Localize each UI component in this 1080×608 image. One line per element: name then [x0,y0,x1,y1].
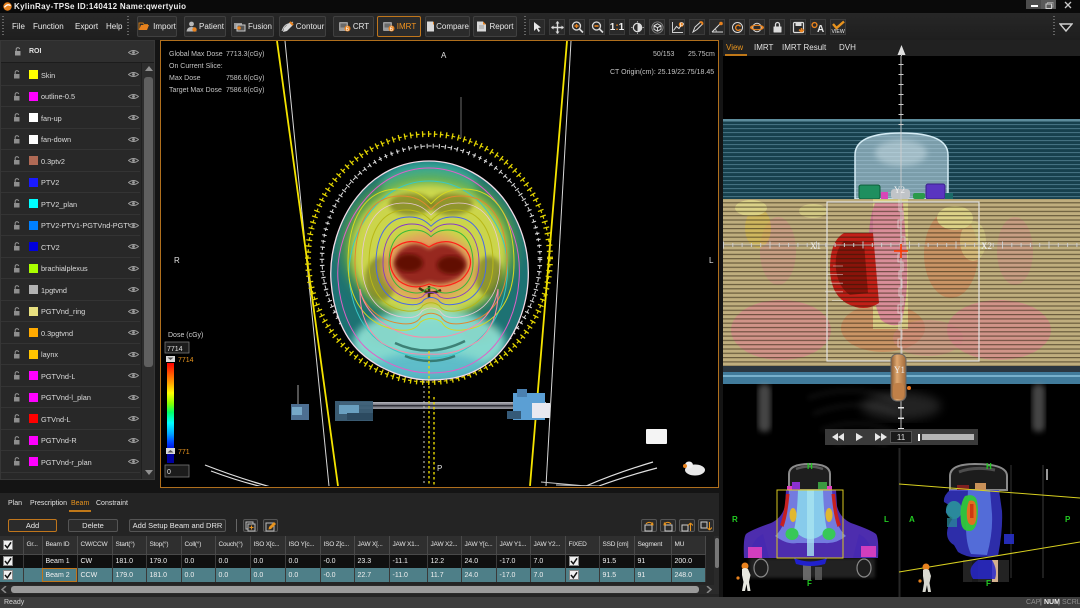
svg-text:P: P [1065,515,1071,524]
svg-text:F: F [986,579,991,588]
svg-text:On Current Slice:: On Current Slice: [169,63,223,70]
svg-text:X2: X2 [981,241,992,251]
svg-text:CT Origin(cm): 25.19/22.75/18.: CT Origin(cm): 25.19/22.75/18.45 [610,69,714,76]
svg-text:L: L [884,515,889,524]
svg-text:Y2: Y2 [894,185,905,195]
svg-text:7586.6(cGy): 7586.6(cGy) [226,87,265,94]
svg-text:7714: 7714 [167,346,183,353]
svg-text:Target Max Dose: Target Max Dose [169,87,222,94]
svg-text:Y1: Y1 [894,365,905,375]
svg-text:771: 771 [178,449,190,456]
svg-text:Max Dose: Max Dose [169,75,201,82]
svg-text:H: H [986,462,992,471]
svg-text:25.75cm: 25.75cm [688,51,715,58]
svg-text:P: P [437,464,442,473]
svg-text:R: R [174,256,180,265]
svg-text:H: H [807,462,813,471]
svg-text:Dose (cGy): Dose (cGy) [168,332,203,339]
svg-text:Global Max Dose: Global Max Dose [169,51,223,58]
svg-text:F: F [807,579,812,588]
svg-text:50/153: 50/153 [653,51,675,58]
svg-text:L: L [709,256,714,265]
svg-text:A: A [909,515,915,524]
svg-text:R: R [732,515,738,524]
svg-text:X1: X1 [810,241,821,251]
svg-text:VIEW: VIEW [832,29,845,34]
svg-text:P: P [679,21,683,28]
svg-text:0: 0 [167,469,171,476]
svg-text:A: A [441,51,447,60]
svg-text:7714: 7714 [178,357,194,364]
svg-text:A: A [817,24,824,34]
svg-text:7586.6(cGy): 7586.6(cGy) [226,75,265,82]
svg-text:7713.3(cGy): 7713.3(cGy) [226,51,265,58]
